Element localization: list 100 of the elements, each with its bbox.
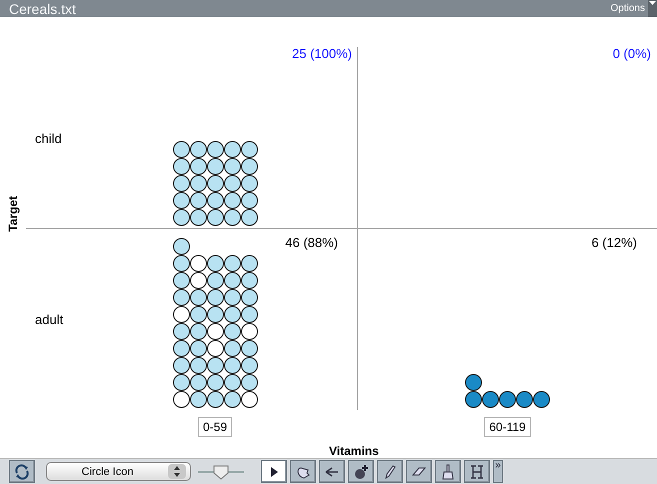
- row-label: adult: [34, 312, 64, 327]
- case-circle[interactable]: [465, 374, 482, 391]
- case-circle[interactable]: [240, 272, 258, 289]
- tool-button[interactable]: [377, 460, 403, 483]
- case-circle[interactable]: [240, 141, 258, 158]
- tool-button[interactable]: [406, 460, 432, 483]
- case-circle[interactable]: [206, 340, 224, 357]
- options-menu[interactable]: Options: [610, 3, 645, 14]
- case-circle[interactable]: [190, 158, 206, 175]
- caret-icon: [649, 0, 656, 6]
- case-circle[interactable]: [240, 209, 258, 226]
- case-circle[interactable]: [190, 323, 206, 340]
- case-circle[interactable]: [240, 391, 258, 408]
- case-circle[interactable]: [172, 272, 190, 289]
- case-circle[interactable]: [240, 323, 258, 340]
- case-circle[interactable]: [533, 391, 550, 408]
- cell-count: 0 (0%): [612, 46, 651, 61]
- options-dropdown-button[interactable]: [648, 0, 657, 17]
- case-circle[interactable]: [206, 141, 224, 158]
- more-tools-button[interactable]: »: [493, 460, 503, 483]
- case-circle[interactable]: [224, 158, 240, 175]
- tool-button[interactable]: [348, 460, 374, 483]
- case-circle[interactable]: [172, 209, 190, 226]
- case-circle[interactable]: [240, 289, 258, 306]
- case-circle[interactable]: [206, 255, 224, 272]
- case-circle[interactable]: [240, 175, 258, 192]
- case-circle[interactable]: [206, 374, 224, 391]
- case-circle[interactable]: [206, 306, 224, 323]
- case-circle[interactable]: [190, 209, 206, 226]
- case-circle[interactable]: [190, 289, 206, 306]
- case-circle[interactable]: [499, 391, 516, 408]
- case-circle[interactable]: [206, 192, 224, 209]
- case-circle[interactable]: [172, 141, 190, 158]
- case-circle[interactable]: [172, 357, 190, 374]
- case-circle[interactable]: [190, 391, 206, 408]
- case-circle[interactable]: [172, 374, 190, 391]
- case-circle[interactable]: [172, 391, 190, 408]
- tool-button[interactable]: [261, 460, 287, 483]
- case-circle[interactable]: [172, 289, 190, 306]
- case-circle[interactable]: [190, 255, 206, 272]
- case-circle[interactable]: [172, 175, 190, 192]
- case-circle[interactable]: [516, 391, 533, 408]
- brush-icon: [440, 464, 456, 480]
- tool-button[interactable]: [435, 460, 461, 483]
- case-circle[interactable]: [224, 323, 240, 340]
- case-circle[interactable]: [240, 158, 258, 175]
- case-circle[interactable]: [224, 306, 240, 323]
- refresh-button[interactable]: [9, 460, 35, 483]
- case-circle[interactable]: [240, 357, 258, 374]
- case-circle[interactable]: [224, 340, 240, 357]
- case-circle[interactable]: [240, 255, 258, 272]
- cell-count: 25 (100%): [292, 46, 352, 61]
- case-circle[interactable]: [190, 340, 206, 357]
- case-circle[interactable]: [206, 209, 224, 226]
- case-circle[interactable]: [172, 323, 190, 340]
- case-circle[interactable]: [190, 141, 206, 158]
- case-circle[interactable]: [224, 175, 240, 192]
- case-circle[interactable]: [206, 323, 224, 340]
- case-circle[interactable]: [240, 340, 258, 357]
- case-circle[interactable]: [206, 272, 224, 289]
- case-circle[interactable]: [172, 340, 190, 357]
- case-circle[interactable]: [206, 175, 224, 192]
- x-axis-label: Vitamins: [329, 444, 379, 458]
- case-circle[interactable]: [190, 357, 206, 374]
- icon-type-select[interactable]: Circle Icon: [46, 462, 191, 481]
- case-circle[interactable]: [240, 306, 258, 323]
- case-circle[interactable]: [172, 192, 190, 209]
- case-circle[interactable]: [206, 289, 224, 306]
- case-circle[interactable]: [190, 175, 206, 192]
- tool-button[interactable]: [290, 460, 316, 483]
- case-circle[interactable]: [240, 374, 258, 391]
- case-circle[interactable]: [224, 289, 240, 306]
- slider-thumb[interactable]: [213, 464, 229, 480]
- column-label: 60-119: [484, 417, 531, 437]
- case-circle[interactable]: [482, 391, 499, 408]
- case-circle[interactable]: [224, 209, 240, 226]
- case-circle[interactable]: [224, 357, 240, 374]
- case-circle[interactable]: [224, 391, 240, 408]
- case-circle[interactable]: [206, 391, 224, 408]
- case-circle[interactable]: [224, 374, 240, 391]
- case-circle[interactable]: [224, 272, 240, 289]
- case-circle[interactable]: [240, 192, 258, 209]
- case-circle[interactable]: [206, 357, 224, 374]
- case-circle[interactable]: [190, 306, 206, 323]
- case-circle[interactable]: [190, 192, 206, 209]
- case-circle[interactable]: [190, 272, 206, 289]
- case-circle[interactable]: [206, 158, 224, 175]
- case-circle[interactable]: [224, 192, 240, 209]
- window-title: Cereals.txt: [9, 0, 76, 16]
- case-circle[interactable]: [190, 374, 206, 391]
- case-circle[interactable]: [224, 141, 240, 158]
- text-tool-icon: [469, 464, 485, 480]
- case-circle[interactable]: [172, 238, 190, 255]
- tool-button[interactable]: [319, 460, 345, 483]
- case-circle[interactable]: [172, 255, 190, 272]
- case-circle[interactable]: [224, 255, 240, 272]
- case-circle[interactable]: [172, 158, 190, 175]
- case-circle[interactable]: [465, 391, 482, 408]
- case-circle[interactable]: [172, 306, 190, 323]
- tool-button[interactable]: [464, 460, 490, 483]
